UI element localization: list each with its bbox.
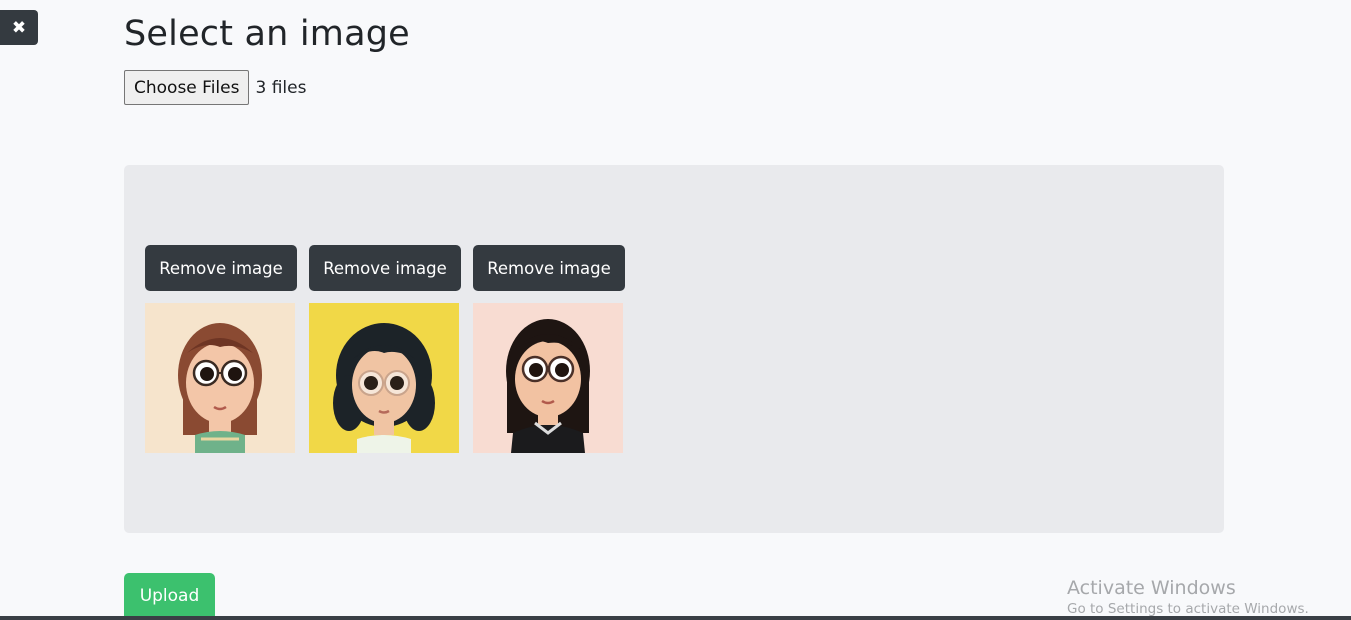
bottom-bar	[0, 616, 1351, 620]
activate-windows-watermark: Activate Windows Go to Settings to activ…	[1067, 577, 1309, 617]
watermark-title: Activate Windows	[1067, 577, 1236, 599]
avatar-thumbnail	[145, 303, 295, 453]
remove-image-button[interactable]: Remove image	[473, 245, 625, 291]
preview-item: Remove image	[309, 245, 461, 453]
file-input: Choose Files 3 files	[124, 70, 306, 105]
preview-item: Remove image	[145, 245, 297, 453]
avatar-thumbnail	[473, 303, 623, 453]
image-preview-panel: Remove image Remove image Remove image	[124, 165, 1224, 533]
watermark-subtitle: Go to Settings to activate Windows.	[1067, 601, 1309, 617]
choose-files-button[interactable]: Choose Files	[124, 70, 250, 105]
page-title: Select an image	[124, 14, 410, 54]
close-button[interactable]: ✖	[0, 10, 38, 45]
upload-button[interactable]: Upload	[124, 573, 215, 619]
remove-image-button[interactable]: Remove image	[309, 245, 461, 291]
file-count-text: 3 files	[255, 77, 307, 98]
remove-image-button[interactable]: Remove image	[145, 245, 297, 291]
preview-item: Remove image	[473, 245, 625, 453]
avatar-thumbnail	[309, 303, 459, 453]
close-icon: ✖	[11, 17, 27, 38]
